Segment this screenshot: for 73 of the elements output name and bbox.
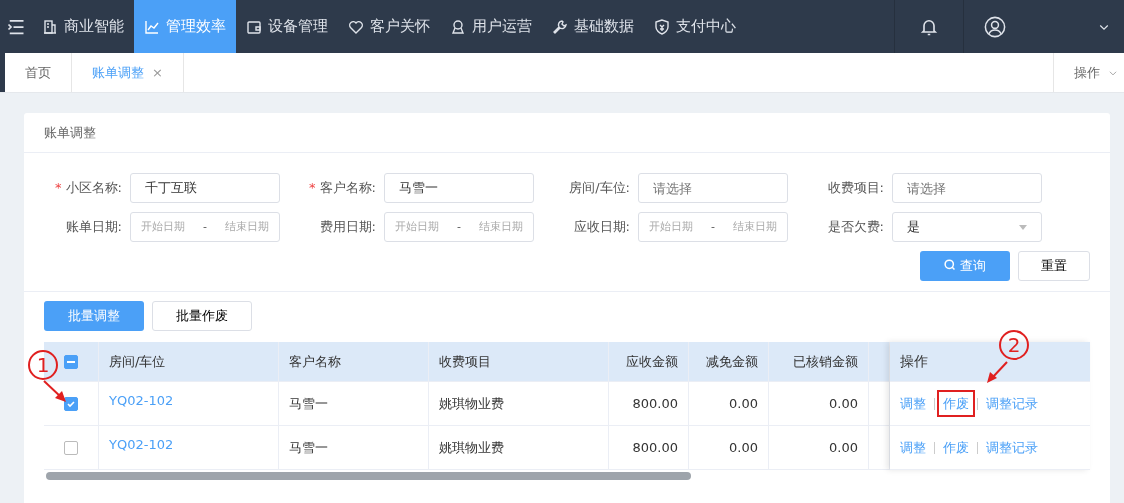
nav-tab[interactable]: 用户运营 bbox=[440, 0, 542, 53]
field-label: 费用日期: bbox=[319, 219, 376, 235]
nav-tab[interactable]: 支付中心 bbox=[644, 0, 746, 53]
required-asterisk: * bbox=[309, 180, 316, 196]
reset-button[interactable]: 重置 bbox=[1018, 251, 1090, 281]
nav-tab[interactable]: 设备管理 bbox=[236, 0, 338, 53]
table-cell-text: 0.00 bbox=[829, 438, 858, 457]
user-avatar-icon bbox=[984, 15, 1006, 38]
column-header: 应收金额 bbox=[626, 352, 678, 371]
nav-tab[interactable]: 基础数据 bbox=[542, 0, 644, 53]
column-header: 减免金额 bbox=[706, 352, 758, 371]
input-field[interactable]: 马雪一 bbox=[384, 173, 534, 203]
field-label: 账单日期: bbox=[65, 219, 122, 235]
wallet-icon bbox=[246, 18, 262, 35]
table-cell-text: 800.00 bbox=[632, 394, 678, 413]
table-cell-text: 0.00 bbox=[829, 394, 858, 413]
column-header: 房间/车位 bbox=[109, 352, 166, 371]
building-icon bbox=[42, 18, 58, 35]
end-date-placeholder: 结束日期 bbox=[479, 218, 523, 235]
start-date-placeholder: 开始日期 bbox=[649, 218, 693, 235]
table-cell-text: 0.00 bbox=[729, 438, 758, 457]
table-cell-text: 姚琪物业费 bbox=[439, 438, 504, 457]
wrench-icon bbox=[552, 18, 568, 35]
annotation-arrow bbox=[43, 380, 66, 402]
start-date-placeholder: 开始日期 bbox=[395, 218, 439, 235]
field-label: 小区名称: bbox=[65, 180, 122, 196]
row-checkbox[interactable] bbox=[64, 440, 78, 455]
row-checkbox[interactable] bbox=[64, 396, 78, 411]
table-cell-text: 马雪一 bbox=[289, 438, 328, 457]
table-cell-text: 800.00 bbox=[632, 438, 678, 457]
select-all-checkbox[interactable] bbox=[64, 354, 78, 369]
field-label: 应收日期: bbox=[573, 219, 630, 235]
heart-icon bbox=[348, 18, 364, 35]
range-separator: - bbox=[711, 218, 715, 235]
table-cell-text: 马雪一 bbox=[289, 394, 328, 413]
checkmark-icon bbox=[66, 398, 76, 409]
annotation-number: 2 bbox=[999, 330, 1029, 360]
table-cell-text: 姚琪物业费 bbox=[439, 394, 504, 413]
required-asterisk: * bbox=[55, 180, 62, 196]
field-label: 房间/车位: bbox=[569, 180, 630, 196]
start-date-placeholder: 开始日期 bbox=[141, 218, 185, 235]
input-field[interactable]: 千丁互联 bbox=[130, 173, 280, 203]
field-label: 收费项目: bbox=[827, 180, 884, 196]
column-header: 收费项目 bbox=[439, 352, 491, 371]
column-header: 已核销金额 bbox=[793, 352, 858, 371]
range-separator: - bbox=[457, 218, 461, 235]
end-date-placeholder: 结束日期 bbox=[733, 218, 777, 235]
field-label: 客户名称: bbox=[319, 180, 376, 196]
batch-button[interactable]: 批量作废 bbox=[152, 301, 252, 331]
annotation-arrow bbox=[987, 361, 1008, 383]
search-icon bbox=[944, 259, 956, 272]
shield-icon bbox=[654, 18, 670, 35]
date-range-field[interactable]: 开始日期 - 结束日期 bbox=[130, 212, 280, 242]
card-title: 账单调整 bbox=[44, 123, 96, 142]
field-label: 是否欠费: bbox=[827, 219, 884, 235]
nav-tab[interactable]: 客户关怀 bbox=[338, 0, 440, 53]
date-range-field[interactable]: 开始日期 - 结束日期 bbox=[384, 212, 534, 242]
column-header: 客户名称 bbox=[289, 352, 341, 371]
input-field[interactable]: 请选择 bbox=[638, 173, 788, 203]
input-field[interactable]: 请选择 bbox=[892, 173, 1042, 203]
table-cell-text: 0.00 bbox=[729, 394, 758, 413]
dropdown-caret-icon bbox=[1019, 224, 1027, 230]
select-value: 是 bbox=[907, 218, 920, 237]
range-separator: - bbox=[203, 218, 207, 235]
nav-tab[interactable]: 商业智能 bbox=[32, 0, 134, 53]
column-header: 操作 bbox=[900, 352, 928, 371]
award-icon bbox=[450, 18, 466, 35]
date-range-field[interactable]: 开始日期 - 结束日期 bbox=[638, 212, 788, 242]
chart-icon bbox=[144, 18, 160, 35]
select-field[interactable]: 是 bbox=[892, 212, 1042, 242]
horizontal-scrollbar[interactable] bbox=[46, 472, 691, 480]
end-date-placeholder: 结束日期 bbox=[225, 218, 269, 235]
annotation-number: 1 bbox=[28, 350, 58, 380]
